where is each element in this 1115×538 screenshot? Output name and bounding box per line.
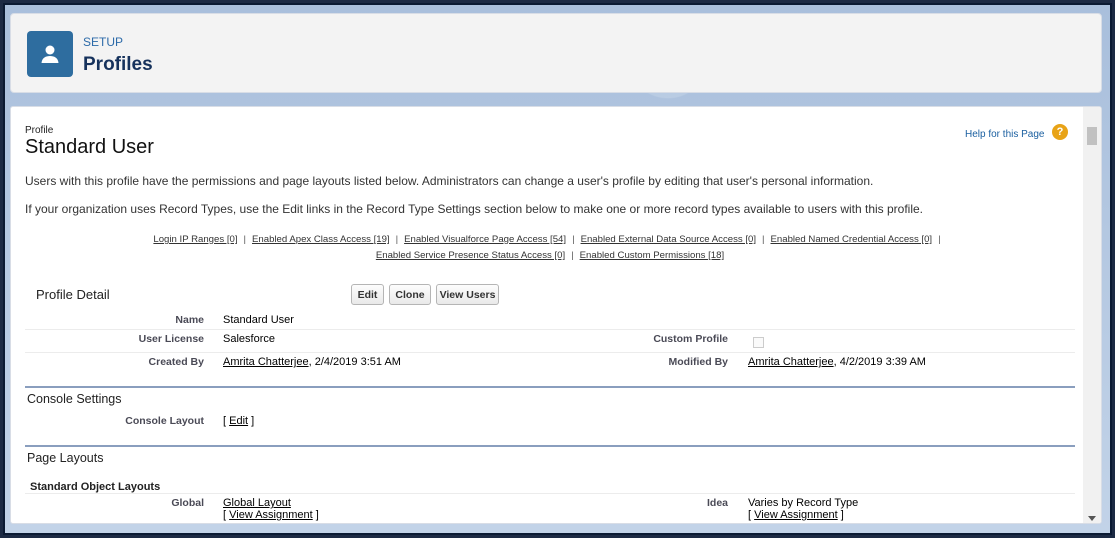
console-layout-label: Console Layout: [125, 415, 204, 427]
link-named-credential-access[interactable]: Enabled Named Credential Access [0]: [771, 234, 933, 245]
bracket-close: ]: [312, 509, 319, 521]
global-layout-link[interactable]: Global Layout: [223, 497, 291, 509]
link-service-presence-status-access[interactable]: Enabled Service Presence Status Access […: [376, 250, 565, 261]
user-license-value: Salesforce: [223, 333, 275, 345]
console-layout-value: [ Edit ]: [223, 415, 254, 427]
idea-label: Idea: [706, 497, 728, 509]
profile-name-title: Standard User: [25, 136, 154, 158]
user-license-label: User License: [138, 333, 204, 345]
section-divider: [25, 445, 1075, 447]
link-custom-permissions[interactable]: Enabled Custom Permissions [18]: [580, 250, 725, 261]
name-label: Name: [175, 314, 204, 326]
scroll-down-arrow-icon[interactable]: [1088, 516, 1096, 521]
modified-by-date: , 4/2/2019 3:39 AM: [833, 356, 926, 368]
row-divider: [25, 329, 1075, 330]
profile-label: Profile: [25, 125, 54, 136]
console-layout-edit-link[interactable]: Edit: [229, 415, 248, 427]
link-separator: |: [938, 234, 941, 245]
view-users-button[interactable]: View Users: [436, 284, 499, 305]
global-view-assignment: [ View Assignment ]: [223, 509, 319, 521]
page-layouts-title: Page Layouts: [27, 451, 104, 465]
custom-profile-label: Custom Profile: [653, 333, 728, 345]
idea-value: Varies by Record Type: [748, 497, 859, 509]
header-eyebrow: SETUP: [83, 35, 124, 49]
profile-content: Profile Standard User Help for this Page…: [10, 106, 1102, 524]
created-by-date: , 2/4/2019 3:51 AM: [308, 356, 401, 368]
description-1: Users with this profile have the permiss…: [25, 174, 874, 188]
custom-profile-checkbox: [753, 337, 764, 348]
modified-by-value: Amrita Chatterjee, 4/2/2019 3:39 AM: [748, 356, 926, 368]
link-separator: |: [395, 234, 399, 245]
help-icon[interactable]: ?: [1052, 124, 1068, 140]
page-title: Profiles: [83, 54, 153, 75]
bracket-close: ]: [837, 509, 844, 521]
console-settings-title: Console Settings: [27, 392, 122, 406]
setup-header: SETUP Profiles: [10, 13, 1102, 93]
row-divider: [25, 352, 1075, 353]
idea-view-assignment: [ View Assignment ]: [748, 509, 844, 521]
help-link[interactable]: Help for this Page: [965, 129, 1045, 140]
bracket-close: ]: [248, 415, 255, 427]
name-value: Standard User: [223, 314, 294, 326]
link-visualforce-page-access[interactable]: Enabled Visualforce Page Access [54]: [404, 234, 566, 245]
modified-by-user-link[interactable]: Amrita Chatterjee: [748, 356, 834, 368]
standard-object-layouts-title: Standard Object Layouts: [30, 481, 161, 493]
created-by-value: Amrita Chatterjee, 2/4/2019 3:51 AM: [223, 356, 401, 368]
related-links-row-1: Login IP Ranges [0] | Enabled Apex Class A…: [25, 234, 1075, 245]
modified-by-label: Modified By: [668, 356, 729, 368]
global-layout-value: Global Layout: [223, 497, 291, 509]
created-by-label: Created By: [148, 356, 204, 368]
link-separator: |: [571, 250, 574, 261]
global-label: Global: [171, 497, 204, 509]
created-by-user-link[interactable]: Amrita Chatterjee: [223, 356, 309, 368]
edit-button[interactable]: Edit: [351, 284, 384, 305]
link-separator: |: [762, 234, 765, 245]
scrollbar-thumb[interactable]: [1087, 127, 1097, 145]
link-apex-class-access[interactable]: Enabled Apex Class Access [19]: [252, 234, 390, 245]
global-view-assignment-link[interactable]: View Assignment: [229, 509, 313, 521]
section-divider: [25, 386, 1075, 388]
description-2: If your organization uses Record Types, …: [25, 202, 924, 216]
related-links-row-2: Enabled Service Presence Status Access […: [25, 250, 1075, 261]
idea-view-assignment-link[interactable]: View Assignment: [754, 509, 838, 521]
link-external-data-source-access[interactable]: Enabled External Data Source Access [0]: [581, 234, 756, 245]
vertical-scrollbar[interactable]: [1083, 107, 1101, 523]
row-divider: [25, 493, 1075, 494]
link-login-ip-ranges[interactable]: Login IP Ranges [0]: [153, 234, 237, 245]
profile-detail-title: Profile Detail: [36, 287, 110, 302]
link-separator: |: [243, 234, 247, 245]
link-separator: |: [572, 234, 575, 245]
clone-button[interactable]: Clone: [389, 284, 431, 305]
user-icon: [27, 31, 73, 77]
